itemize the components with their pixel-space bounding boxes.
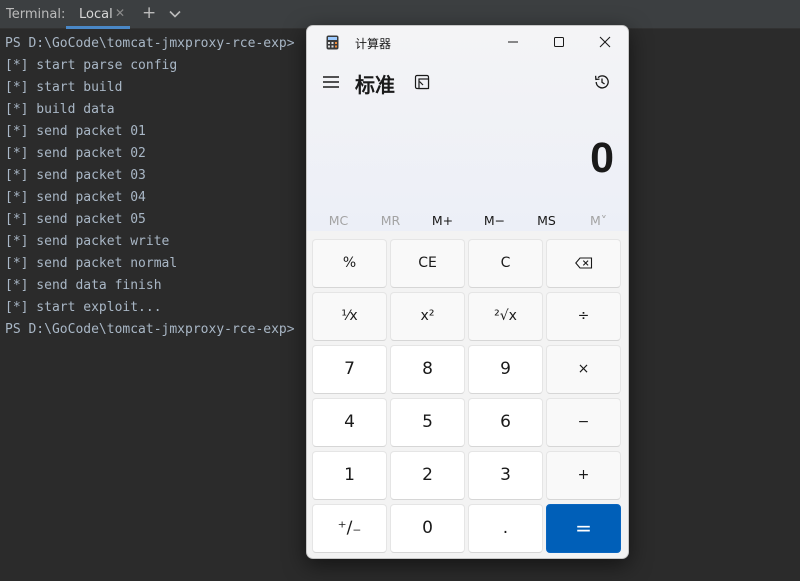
memory-button-ms[interactable]: MS — [521, 208, 572, 234]
add-button[interactable]: + — [546, 451, 621, 500]
digit-8-button[interactable]: 8 — [390, 345, 465, 394]
square-root-button[interactable]: ²√x — [468, 292, 543, 341]
divide-button[interactable]: ÷ — [546, 292, 621, 341]
tab-label: Local — [79, 7, 113, 22]
terminal-line: [*] send packet 03 — [5, 168, 146, 183]
memory-button-m: M˅ — [589, 213, 608, 228]
digit-4-button[interactable]: 4 — [312, 398, 387, 447]
terminal-line: [*] start parse config — [5, 58, 178, 73]
close-tab-icon[interactable]: ✕ — [115, 6, 125, 20]
terminal-line: [*] send packet 04 — [5, 190, 146, 205]
memory-button-m[interactable]: M− — [469, 208, 520, 234]
history-icon[interactable] — [593, 73, 611, 91]
new-tab-button[interactable]: + — [142, 3, 156, 23]
close-button[interactable] — [582, 26, 628, 58]
chevron-down-icon[interactable] — [169, 8, 181, 20]
reciprocal-button[interactable]: ¹⁄x — [312, 292, 387, 341]
terminal-line: [*] send packet write — [5, 234, 170, 249]
digit-2-button[interactable]: 2 — [390, 451, 465, 500]
mode-title: 标准 — [355, 73, 395, 97]
digit-1-button[interactable]: 1 — [312, 451, 387, 500]
clear-entry-button[interactable]: CE — [390, 239, 465, 288]
title-bar[interactable]: 计算器 — [307, 26, 628, 58]
terminal-line: PS D:\GoCode\tomcat-jmxproxy-rce-exp> — [5, 322, 295, 337]
digit-9-button[interactable]: 9 — [468, 345, 543, 394]
result-display: 0 — [590, 134, 614, 182]
terminal-line: [*] send packet normal — [5, 256, 178, 271]
subtract-button[interactable]: − — [546, 398, 621, 447]
equals-button[interactable]: = — [546, 504, 621, 553]
memory-button-mr: MR — [380, 213, 401, 228]
maximize-button[interactable] — [536, 26, 582, 58]
maximize-icon — [554, 37, 564, 47]
minimize-button[interactable] — [490, 26, 536, 58]
backspace-button[interactable] — [546, 239, 621, 288]
digit-6-button[interactable]: 6 — [468, 398, 543, 447]
memory-row: MC MR M+ M− MS M˅ — [313, 208, 622, 234]
multiply-button[interactable]: × — [546, 345, 621, 394]
hamburger-menu-icon[interactable] — [322, 75, 340, 89]
terminal-line: [*] build data — [5, 102, 115, 117]
decimal-button[interactable]: . — [468, 504, 543, 553]
terminal-line: [*] send packet 05 — [5, 212, 146, 227]
calculator-window: 计算器 标准 0 MC MR M+ M− MS M˅ % CE C ¹⁄x x² ²√x ÷ 7 8 9 × 4… — [306, 25, 629, 559]
digit-0-button[interactable]: 0 — [390, 504, 465, 553]
terminal-line: [*] start exploit... — [5, 300, 162, 315]
tab-local[interactable]: Local ✕ — [66, 0, 130, 29]
digit-3-button[interactable]: 3 — [468, 451, 543, 500]
minimize-icon — [508, 41, 518, 43]
calculator-app-icon — [326, 35, 339, 50]
keep-on-top-icon[interactable] — [414, 74, 430, 90]
terminal-output[interactable]: PS D:\GoCode\tomcat-jmxproxy-rce-exp> [*]… — [5, 33, 295, 341]
window-title: 计算器 — [355, 37, 392, 51]
terminal-line: [*] send packet 01 — [5, 124, 146, 139]
memory-button-m[interactable]: M+ — [417, 208, 468, 234]
negate-button[interactable]: ⁺∕₋ — [312, 504, 387, 553]
terminal-line: PS D:\GoCode\tomcat-jmxproxy-rce-exp> — [5, 36, 295, 51]
terminal-line: [*] send packet 02 — [5, 146, 146, 161]
square-button[interactable]: x² — [390, 292, 465, 341]
terminal-line: [*] start build — [5, 80, 123, 95]
percent-button[interactable]: % — [312, 239, 387, 288]
memory-button-mc: MC — [328, 213, 349, 228]
digit-7-button[interactable]: 7 — [312, 345, 387, 394]
digit-5-button[interactable]: 5 — [390, 398, 465, 447]
terminal-line: [*] send data finish — [5, 278, 162, 293]
clear-button[interactable]: C — [468, 239, 543, 288]
backspace-icon — [574, 257, 592, 269]
terminal-title: Terminal: — [6, 7, 66, 22]
close-icon — [599, 36, 611, 48]
